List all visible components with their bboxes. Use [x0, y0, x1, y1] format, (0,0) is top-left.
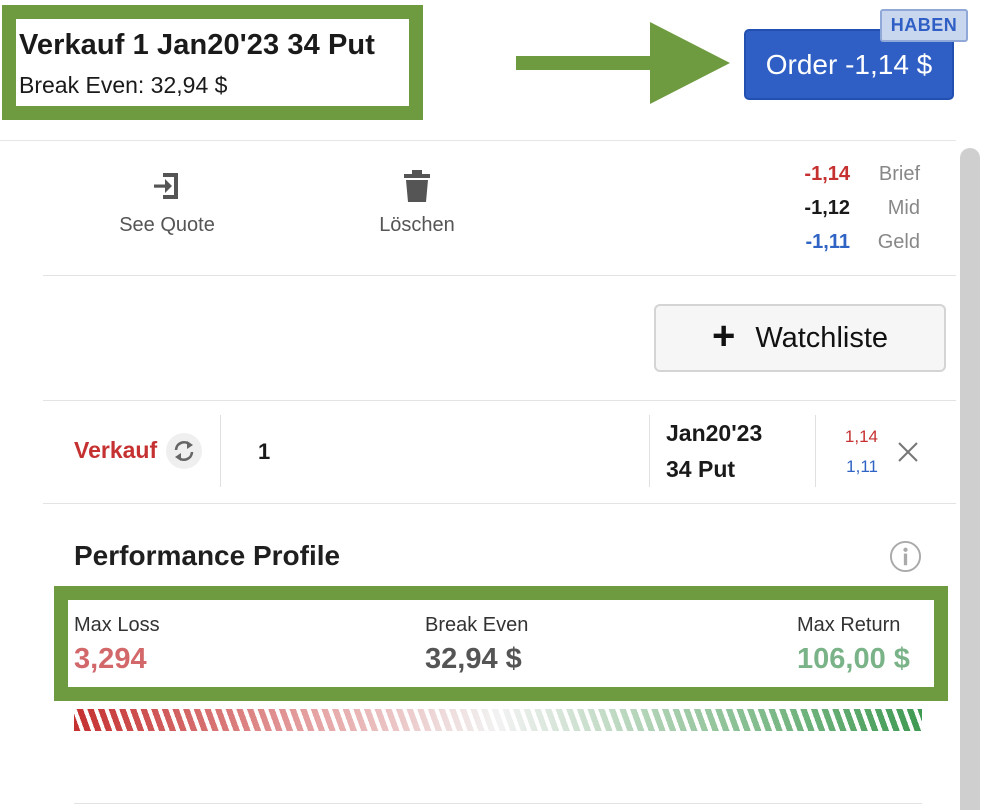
close-icon[interactable]	[896, 440, 920, 464]
see-quote-button[interactable]: See Quote	[97, 170, 237, 237]
max-return-label: Max Return	[797, 614, 901, 636]
divider	[43, 275, 956, 276]
bid-label: Geld	[877, 231, 920, 253]
divider	[43, 400, 956, 401]
column-separator	[815, 415, 816, 487]
swap-icon[interactable]	[166, 433, 202, 469]
mid-price: -1,12	[804, 197, 850, 219]
column-separator	[649, 415, 650, 487]
leg-quantity[interactable]: 1	[258, 439, 270, 465]
risk-reward-gradient-bar	[74, 709, 922, 731]
order-title: Verkauf 1 Jan20'23 34 Put	[19, 29, 375, 61]
max-loss-value: 3,294	[74, 643, 147, 675]
delete-button[interactable]: Löschen	[347, 170, 487, 237]
divider	[74, 803, 922, 804]
bid-price: -1,11	[805, 231, 850, 253]
add-to-watchlist-button[interactable]: + Watchliste	[654, 304, 946, 372]
right-arrow-annotation	[516, 22, 730, 104]
leg-action-toggle[interactable]: Verkauf	[74, 437, 157, 464]
ask-price: -1,14	[804, 163, 850, 185]
order-summary-box: Verkauf 1 Jan20'23 34 Put Break Even: 32…	[2, 5, 423, 120]
break-even-label: Break Even	[425, 614, 529, 636]
max-loss-label: Max Loss	[74, 614, 160, 636]
break-even-summary: Break Even: 32,94 $	[19, 72, 228, 98]
enter-arrow-icon	[154, 173, 178, 199]
leg-strike: 34 Put	[666, 456, 736, 482]
scrollbar-thumb[interactable]	[960, 148, 980, 810]
haben-badge: HABEN	[880, 9, 968, 42]
plus-icon: +	[711, 314, 736, 358]
ask-label: Brief	[878, 163, 920, 185]
leg-bid-price: 1,11	[846, 457, 878, 476]
watchlist-label: Watchliste	[755, 321, 889, 354]
leg-expiration: Jan20'23	[666, 420, 763, 446]
mid-label: Mid	[887, 197, 920, 219]
max-return-value: 106,00 $	[797, 643, 910, 675]
column-separator	[220, 415, 221, 487]
break-even-value: 32,94 $	[425, 643, 522, 675]
delete-label: Löschen	[379, 214, 455, 236]
refresh-icon	[174, 441, 194, 461]
trash-icon	[404, 170, 430, 202]
divider	[43, 503, 956, 504]
leg-ask-price: 1,14	[844, 427, 878, 446]
performance-profile-title: Performance Profile	[74, 540, 341, 571]
info-icon[interactable]	[889, 540, 922, 573]
see-quote-label: See Quote	[119, 214, 215, 236]
